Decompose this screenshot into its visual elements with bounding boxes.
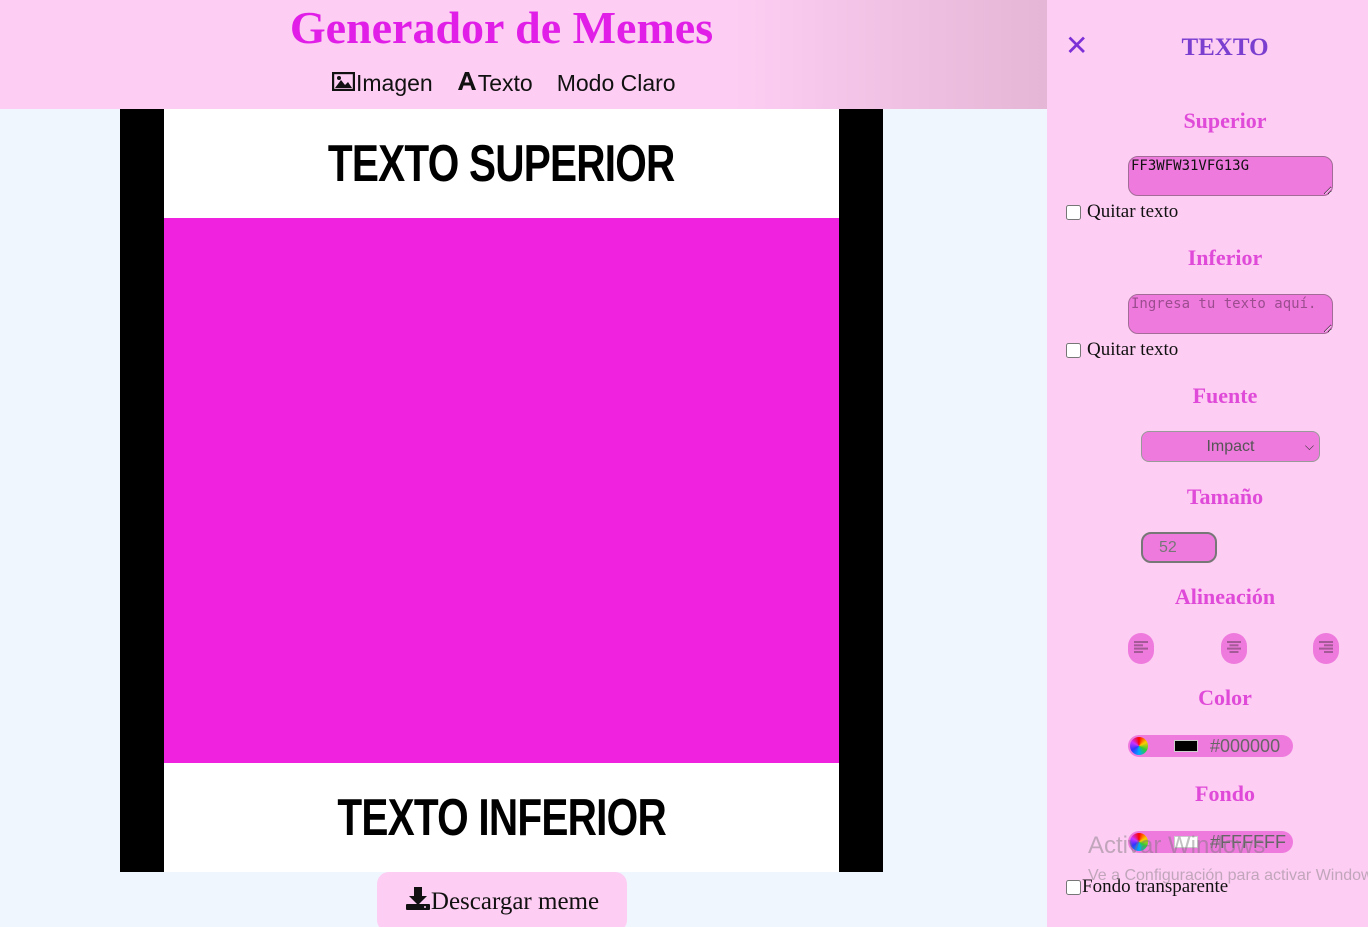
download-icon (405, 886, 431, 918)
remove-bottom-text-label: Quitar texto (1087, 339, 1179, 360)
image-icon (331, 70, 356, 97)
alignment-heading: Alineación (1174, 584, 1276, 609)
meme-bottom-text: TEXTO INFERIOR (337, 788, 666, 847)
top-nav: Imagen Texto Modo Claro (331, 70, 676, 97)
font-size-input[interactable]: 52 (1141, 532, 1217, 563)
remove-top-text-checkbox[interactable]: Quitar texto (1066, 201, 1178, 223)
remove-bottom-text-checkbox[interactable]: Quitar texto (1066, 339, 1178, 361)
activation-watermark-title: Activar Windows (1088, 832, 1266, 859)
transparent-background-check[interactable] (1066, 879, 1081, 895)
nav-image-button[interactable]: Imagen (331, 70, 433, 97)
background-heading: Fondo (1195, 781, 1255, 806)
download-label: Descargar meme (430, 888, 600, 915)
inferior-heading: Inferior (1187, 245, 1263, 270)
color-wheel-icon (1130, 737, 1148, 755)
activation-watermark-subtitle: Ve a Configuración para activar Windows. (1088, 867, 1368, 884)
superior-heading: Superior (1183, 108, 1267, 133)
text-color-hex: #000000 (1210, 735, 1281, 756)
align-right-button[interactable] (1313, 633, 1339, 664)
panel-title: TEXTO (1181, 34, 1269, 61)
align-center-icon (1227, 640, 1241, 658)
top-text-input[interactable]: FF3WFW31VFG13G (1128, 156, 1333, 196)
download-meme-button[interactable]: Descargar meme (377, 872, 627, 927)
remove-bottom-text-check[interactable] (1066, 342, 1081, 358)
align-left-button[interactable] (1128, 633, 1154, 664)
remove-top-text-check[interactable] (1066, 204, 1081, 220)
nav-mode-toggle[interactable]: Modo Claro (557, 70, 676, 97)
align-right-icon (1319, 640, 1333, 658)
font-icon (457, 70, 478, 97)
text-color-swatch (1174, 740, 1198, 752)
nav-text-button[interactable]: Texto (457, 70, 533, 97)
color-heading: Color (1198, 685, 1252, 710)
meme-canvas: TEXTO SUPERIOR TEXTO INFERIOR (120, 109, 883, 872)
chevron-down-icon: ⌵ (1304, 439, 1314, 453)
size-heading: Tamaño (1186, 484, 1264, 509)
nav-text-label: Texto (477, 70, 533, 96)
align-left-icon (1134, 640, 1148, 658)
font-select[interactable]: Impact ⌵ (1141, 431, 1320, 462)
meme-top-text: TEXTO SUPERIOR (328, 134, 675, 193)
font-select-value: Impact (1206, 438, 1255, 455)
page-title: Generador de Memes (289, 2, 714, 53)
bottom-text-input[interactable] (1128, 294, 1333, 334)
align-center-button[interactable] (1221, 633, 1247, 664)
remove-top-text-label: Quitar texto (1087, 201, 1179, 222)
meme-image (164, 218, 839, 763)
meme-top-text-box: TEXTO SUPERIOR (164, 109, 839, 218)
nav-image-label: Imagen (356, 70, 433, 96)
font-heading: Fuente (1192, 383, 1258, 408)
nav-mode-label: Modo Claro (556, 70, 676, 96)
meme-bottom-text-box: TEXTO INFERIOR (164, 763, 839, 872)
text-panel: ✕ TEXTO Superior FF3WFW31VFG13G Quitar t… (1047, 0, 1368, 927)
app-header: Generador de Memes Imagen Texto Modo Cla… (0, 0, 1047, 109)
text-color-picker[interactable]: #000000 (1128, 735, 1293, 757)
